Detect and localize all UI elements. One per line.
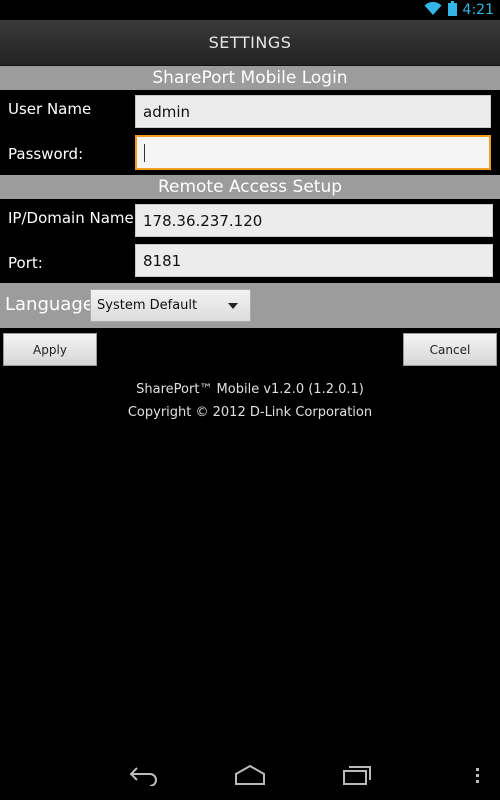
status-icons: 4:21 xyxy=(424,0,494,20)
language-selected-value: System Default xyxy=(97,298,198,313)
ip-domain-field[interactable]: 178.36.237.120 xyxy=(135,204,493,237)
cancel-button[interactable]: Cancel xyxy=(403,333,497,366)
username-value: admin xyxy=(143,102,190,121)
username-field[interactable]: admin xyxy=(135,95,491,128)
port-field[interactable]: 8181 xyxy=(135,244,493,277)
battery-icon xyxy=(447,0,457,20)
dropdown-caret-icon xyxy=(228,303,238,309)
back-icon[interactable] xyxy=(128,764,160,790)
password-field[interactable] xyxy=(135,135,491,170)
password-label: Password: xyxy=(8,145,84,163)
version-text: SharePort™ Mobile v1.2.0 (1.2.0.1) xyxy=(136,382,364,397)
status-time: 4:21 xyxy=(462,2,494,18)
apply-button-label: Apply xyxy=(33,342,67,357)
status-bar: 4:21 xyxy=(0,0,500,20)
cancel-button-label: Cancel xyxy=(429,342,471,357)
ip-domain-label: IP/Domain Name: xyxy=(8,209,139,227)
port-value: 8181 xyxy=(143,251,182,270)
menu-icon[interactable] xyxy=(474,764,482,790)
title-bar: SETTINGS xyxy=(0,20,500,66)
language-bar: Language System Default xyxy=(0,283,500,328)
navigation-bar xyxy=(0,752,500,800)
home-icon[interactable] xyxy=(234,764,266,790)
port-label: Port: xyxy=(8,254,43,272)
wifi-icon xyxy=(424,1,442,20)
language-select[interactable]: System Default xyxy=(90,289,251,322)
login-section-header: SharePort Mobile Login xyxy=(0,66,500,90)
remote-section-header: Remote Access Setup xyxy=(0,175,500,199)
apply-button[interactable]: Apply xyxy=(3,333,97,366)
language-label: Language xyxy=(5,294,94,315)
text-cursor xyxy=(144,143,145,162)
username-label: User Name xyxy=(8,100,92,118)
copyright-text: Copyright © 2012 D-Link Corporation xyxy=(127,405,373,420)
page-title: SETTINGS xyxy=(208,33,292,52)
ip-domain-value: 178.36.237.120 xyxy=(143,211,263,230)
recent-apps-icon[interactable] xyxy=(341,764,373,790)
